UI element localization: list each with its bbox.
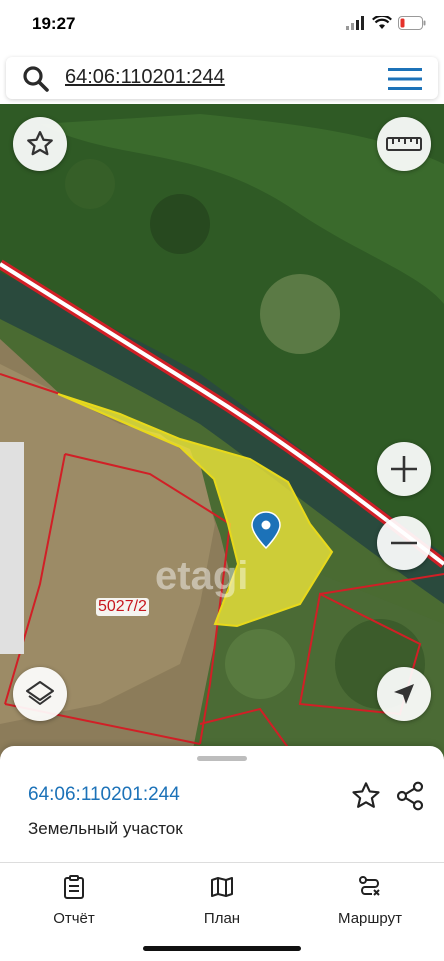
map-watermark: etagi: [155, 554, 249, 598]
satellite-imagery: [0, 104, 444, 764]
signal-icon: [346, 16, 364, 30]
search-icon[interactable]: [22, 65, 50, 93]
search-query[interactable]: 64:06:110201:244: [65, 66, 225, 89]
star-outline-icon: [27, 131, 53, 156]
wifi-icon: [372, 16, 392, 29]
parcel-number-label[interactable]: 5027/2: [96, 598, 149, 616]
tab-route[interactable]: Маршрут: [310, 875, 430, 927]
plus-icon: [391, 456, 417, 482]
battery-low-icon: [398, 16, 426, 30]
star-outline-icon[interactable]: [350, 780, 382, 812]
layers-button[interactable]: [13, 667, 67, 721]
route-icon: [359, 876, 380, 896]
layers-icon: [26, 681, 54, 705]
parcel-info-sheet[interactable]: 64:06:110201:244 Земельный участок: [0, 746, 444, 862]
status-icons: [346, 16, 426, 30]
tab-report-label: Отчёт: [53, 910, 95, 927]
map-view[interactable]: etagi 5027/2: [0, 104, 444, 764]
cadastral-number: 64:06:110201:244: [28, 784, 180, 805]
search-bar[interactable]: 64:06:110201:244: [6, 57, 438, 99]
side-panel-tab[interactable]: [0, 442, 24, 654]
sheet-drag-handle[interactable]: [197, 756, 247, 761]
hamburger-menu-icon[interactable]: [388, 67, 422, 91]
tab-plan[interactable]: План: [162, 875, 282, 927]
report-icon: [64, 875, 84, 899]
favorite-button[interactable]: [13, 117, 67, 171]
home-indicator[interactable]: [143, 946, 301, 951]
status-bar: 19:27: [0, 0, 444, 52]
ruler-button[interactable]: [377, 117, 431, 171]
zoom-out-button[interactable]: [377, 516, 431, 570]
locate-button[interactable]: [377, 667, 431, 721]
tab-route-label: Маршрут: [338, 910, 402, 927]
share-icon[interactable]: [394, 780, 426, 812]
minus-icon: [391, 541, 417, 545]
tab-plan-label: План: [203, 910, 241, 927]
tab-report[interactable]: Отчёт: [14, 875, 134, 927]
parcel-type: Земельный участок: [28, 819, 183, 838]
ruler-icon: [386, 137, 422, 151]
navigation-arrow-icon: [394, 684, 414, 704]
zoom-in-button[interactable]: [377, 442, 431, 496]
map-icon: [211, 877, 233, 897]
status-time: 19:27: [32, 14, 76, 33]
